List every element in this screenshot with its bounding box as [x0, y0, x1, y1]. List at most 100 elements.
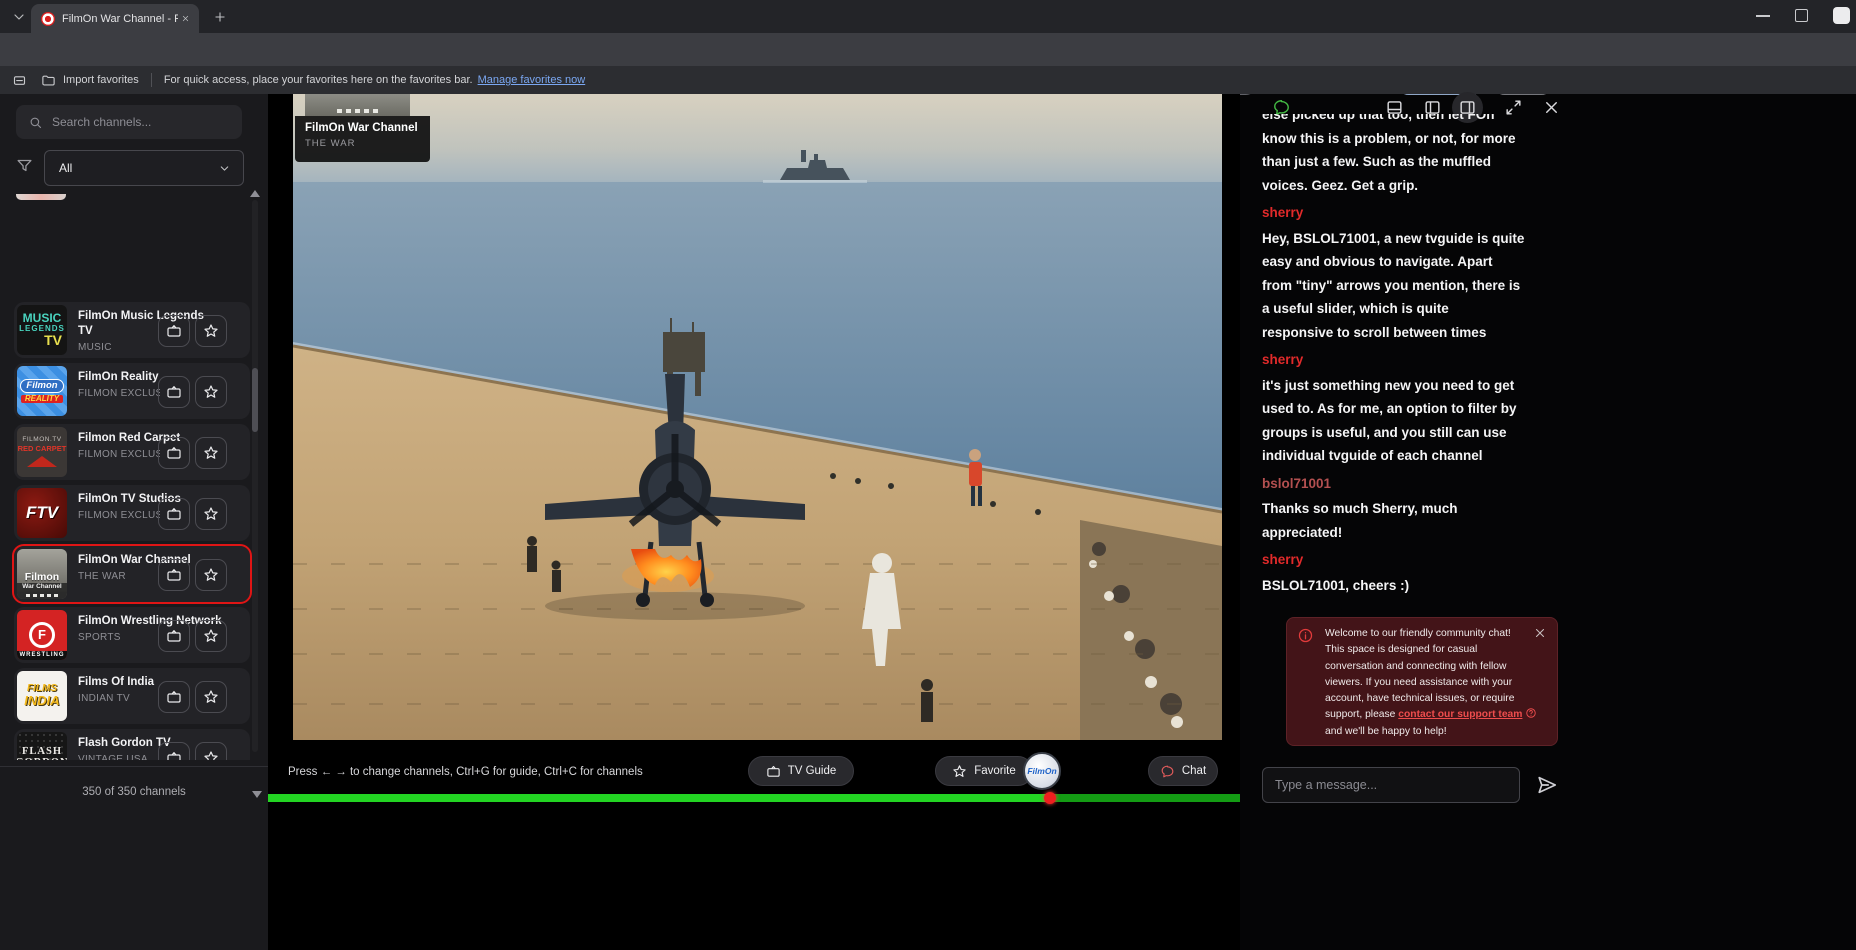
- favorite-star-button[interactable]: [195, 742, 227, 760]
- chat-username[interactable]: sherry: [1262, 548, 1592, 572]
- channel-category: MUSIC: [78, 342, 160, 353]
- chat-label: Chat: [1182, 765, 1206, 777]
- watch-tv-button[interactable]: [158, 559, 190, 591]
- channel-count-footer: 350 of 350 channels: [0, 766, 268, 816]
- channel-logo: FTV: [17, 488, 67, 538]
- channel-list: MUSIC LEGENDS TV FilmOn Music Legends TV…: [0, 194, 268, 760]
- chat-message-input[interactable]: [1262, 767, 1520, 803]
- manage-favorites-link[interactable]: Manage favorites now: [478, 74, 586, 86]
- tv-icon: [766, 764, 781, 779]
- sidebar-scrollbar-thumb[interactable]: [252, 368, 258, 432]
- chat-bubble-icon: [1160, 764, 1175, 779]
- progress-handle[interactable]: [1044, 792, 1056, 804]
- filmon-logo-badge[interactable]: FilmOn: [1023, 752, 1061, 790]
- channel-logo: FLASH GORDON: [17, 732, 67, 760]
- welcome-notice: Welcome to our friendly community chat! …: [1286, 617, 1558, 746]
- chat-message-list[interactable]: else picked up that too, then let FOn kn…: [1262, 114, 1592, 617]
- sidebar-scrollbar-track[interactable]: [252, 200, 258, 752]
- channel-search-box[interactable]: [16, 105, 242, 139]
- tab-title: FilmOn War Channel - FilmOn War: [62, 13, 178, 25]
- chat-message: BSLOL71001, cheers :): [1262, 574, 1592, 598]
- search-input[interactable]: [52, 115, 222, 129]
- divider: [151, 73, 152, 87]
- favorite-star-button[interactable]: [195, 437, 227, 469]
- browser-titlebar: FilmOn War Channel - FilmOn War: [0, 0, 1856, 33]
- chat-message: it's just something new you need to get …: [1262, 374, 1592, 468]
- import-favorites-label[interactable]: Import favorites: [63, 74, 139, 86]
- channel-logo: Filmon REALITY: [17, 366, 67, 416]
- channel-row-war-channel-selected[interactable]: Filmon War Channel FilmOn War Channel TH…: [14, 546, 250, 602]
- search-icon: [28, 115, 43, 130]
- collections-panel-icon[interactable]: [12, 73, 27, 88]
- favorite-star-button[interactable]: [195, 315, 227, 347]
- channel-category: FILMON EXCLUS: [78, 449, 160, 460]
- channel-logo: F WRESTLING: [17, 610, 67, 660]
- chat-message: Thanks so much Sherry, much appreciated!: [1262, 497, 1592, 544]
- channel-row-red-carpet[interactable]: FILMON.TV RED CARPET Filmon Red Carpet F…: [14, 424, 250, 480]
- channel-row-music-legends[interactable]: MUSIC LEGENDS TV FilmOn Music Legends TV…: [14, 302, 250, 358]
- category-filter-select[interactable]: All: [44, 150, 244, 186]
- chat-username[interactable]: sherry: [1262, 348, 1592, 372]
- watch-tv-button[interactable]: [158, 437, 190, 469]
- favorite-button[interactable]: Favorite: [935, 756, 1033, 786]
- video-progress-bar[interactable]: [268, 794, 1240, 802]
- channel-row-reality[interactable]: Filmon REALITY FilmOn Reality FILMON EXC…: [14, 363, 250, 419]
- channel-name: Flash Gordon TV: [78, 736, 171, 751]
- favorite-label: Favorite: [974, 765, 1016, 777]
- channel-category: VINTAGE USA: [78, 754, 160, 760]
- watch-tv-button[interactable]: [158, 315, 190, 347]
- tab-search-chevron-icon[interactable]: [8, 6, 30, 28]
- video-frame[interactable]: [293, 94, 1222, 740]
- watch-tv-button[interactable]: [158, 742, 190, 760]
- channel-category: INDIAN TV: [78, 693, 160, 704]
- overlay-channel-subtitle: THE WAR: [305, 138, 430, 149]
- window-minimize-button[interactable]: [1756, 15, 1770, 17]
- window-close-button[interactable]: [1833, 7, 1850, 24]
- import-folder-icon[interactable]: [41, 73, 56, 88]
- favorites-hint: For quick access, place your favorites h…: [164, 74, 473, 86]
- filter-funnel-icon: [16, 157, 33, 174]
- chat-username[interactable]: sherry: [1262, 201, 1592, 225]
- watch-tv-button[interactable]: [158, 376, 190, 408]
- favorite-star-button[interactable]: [195, 498, 227, 530]
- favorite-star-button[interactable]: [195, 620, 227, 652]
- watch-tv-button[interactable]: [158, 498, 190, 530]
- channel-row-tv-studios[interactable]: FTV FilmOn TV Studios FILMON EXCLUS: [14, 485, 250, 541]
- scroll-up-arrow[interactable]: [250, 190, 260, 197]
- channel-category: FILMON EXCLUS: [78, 388, 160, 399]
- watch-tv-button[interactable]: [158, 620, 190, 652]
- notice-close-icon[interactable]: [1533, 626, 1547, 640]
- new-tab-button[interactable]: [211, 8, 229, 26]
- help-question-icon[interactable]: [1525, 707, 1537, 719]
- tab-close-icon[interactable]: [178, 11, 193, 26]
- channel-name: Films Of India: [78, 675, 160, 690]
- chat-message: else picked up that too, then let FOn kn…: [1262, 114, 1592, 197]
- favorite-star-button[interactable]: [195, 376, 227, 408]
- channel-logo: FILMON.TV RED CARPET: [17, 427, 67, 477]
- chat-button[interactable]: Chat: [1148, 756, 1218, 786]
- channel-logo: FILMS INDIA: [17, 671, 67, 721]
- channel-row-flash-gordon[interactable]: FLASH GORDON Flash Gordon TV VINTAGE USA: [14, 729, 250, 760]
- chat-panel: else picked up that too, then let FOn kn…: [1240, 94, 1856, 950]
- send-message-icon[interactable]: [1536, 774, 1558, 796]
- channel-sidebar: All MUSIC LEGENDS TV FilmOn Music Legend…: [0, 94, 268, 950]
- channel-row-films-of-india[interactable]: FILMS INDIA Films Of India INDIAN TV: [14, 668, 250, 724]
- favorite-star-button[interactable]: [195, 559, 227, 591]
- chat-username[interactable]: bslol71001: [1262, 472, 1592, 496]
- channel-partial-top: [16, 194, 66, 200]
- welcome-notice-text: Welcome to our friendly community chat! …: [1325, 626, 1549, 740]
- watch-tv-button[interactable]: [158, 681, 190, 713]
- support-team-link[interactable]: contact our support team: [1398, 709, 1522, 720]
- chevron-down-icon: [218, 162, 231, 175]
- video-player-area[interactable]: FilmOn War Channel THE WAR Press ← → to …: [268, 94, 1240, 950]
- info-icon: [1297, 627, 1314, 644]
- favorite-star-button[interactable]: [195, 681, 227, 713]
- window-maximize-button[interactable]: [1795, 9, 1808, 22]
- channel-row-wrestling[interactable]: F WRESTLING FilmOn Wrestling Network SPO…: [14, 607, 250, 663]
- browser-tab[interactable]: FilmOn War Channel - FilmOn War: [31, 4, 199, 33]
- tv-guide-button[interactable]: TV Guide: [748, 756, 854, 786]
- channel-category: THE WAR: [78, 571, 160, 582]
- war-film-frame: [293, 94, 1222, 740]
- now-playing-overlay: FilmOn War Channel THE WAR: [295, 116, 430, 162]
- channel-category: FILMON EXCLUS: [78, 510, 160, 521]
